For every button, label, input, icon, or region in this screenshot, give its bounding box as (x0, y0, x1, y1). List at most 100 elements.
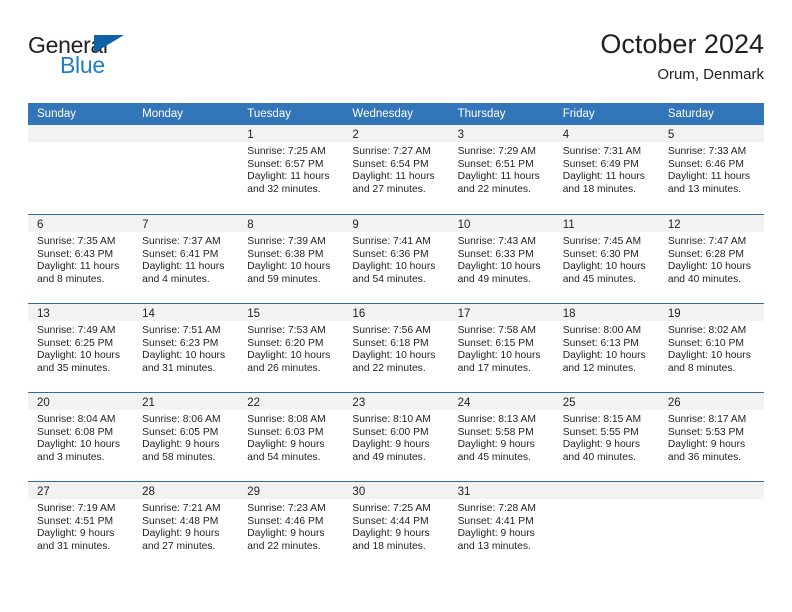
day-sun-info: Sunrise: 7:33 AM Sunset: 6:46 PM Daylight:… (659, 142, 764, 196)
day-number: 28 (142, 486, 155, 498)
day-sun-info: Sunrise: 7:37 AM Sunset: 6:41 PM Daylight:… (133, 232, 238, 286)
day-number: 15 (247, 308, 261, 320)
calendar-day-cell[interactable]: 21 Sunrise: 8:06 AM Sunset: 6:05 PM Dayligh… (133, 393, 239, 481)
daylight-text-line1: Daylight: 9 hours (247, 528, 325, 540)
sunset-text: Sunset: 6:49 PM (562, 158, 639, 170)
calendar-day-cell[interactable]: 22 Sunrise: 8:08 AM Sunset: 6:03 PM Dayligh… (238, 393, 344, 481)
sunrise-text: Sunrise: 8:00 AM (562, 325, 642, 336)
day-sun-info: Sunrise: 7:53 AM Sunset: 6:20 PM Daylight:… (238, 321, 343, 375)
sunset-text: Sunset: 4:51 PM (37, 515, 114, 527)
day-number: 13 (37, 308, 50, 320)
day-sun-info: Sunrise: 8:04 AM Sunset: 6:08 PM Daylight:… (28, 410, 133, 464)
calendar-day-cell[interactable]: 3 Sunrise: 7:29 AM Sunset: 6:51 PM Daylight… (448, 125, 554, 214)
day-number: 16 (352, 308, 366, 320)
day-number-strip: 5 (658, 125, 764, 142)
daylight-text-line1: Daylight: 9 hours (457, 528, 535, 540)
calendar-day-cell[interactable]: 8 Sunrise: 7:39 AM Sunset: 6:38 PM Daylight… (238, 215, 344, 303)
daylight-text-line1: Daylight: 11 hours (562, 171, 645, 183)
weekday-header-thursday: Thursday (457, 108, 506, 120)
daylight-text-line1: Daylight: 11 hours (667, 171, 751, 183)
calendar-day-cell[interactable]: 10 Sunrise: 7:43 AM Sunset: 6:33 PM Dayligh… (448, 215, 554, 303)
day-number: 23 (352, 397, 366, 409)
sunrise-text: Sunrise: 8:08 AM (247, 414, 326, 425)
daylight-text-line2: and 49 minutes. (457, 273, 531, 285)
day-number-strip: 13 (28, 304, 134, 321)
day-number-strip: 1 (238, 125, 344, 142)
calendar-day-cell[interactable]: 18 Sunrise: 8:00 AM Sunset: 6:13 PM Dayligh… (553, 304, 659, 392)
sunrise-text: Sunrise: 7:21 AM (142, 503, 221, 514)
calendar-day-cell[interactable]: 30 Sunrise: 7:25 AM Sunset: 4:44 PM Dayligh… (343, 482, 449, 570)
title-block: October 2024 Orum, Denmark (600, 28, 764, 86)
sunset-text: Sunset: 6:51 PM (457, 158, 534, 170)
day-number-strip: 6 (28, 215, 134, 232)
sunset-text: Sunset: 6:15 PM (457, 337, 534, 349)
sunset-text: Sunset: 4:41 PM (457, 515, 534, 527)
daylight-text-line2: and 40 minutes. (562, 451, 636, 463)
calendar-day-cell[interactable]: 5 Sunrise: 7:33 AM Sunset: 6:46 PM Daylight… (658, 125, 764, 214)
sunset-text: Sunset: 6:30 PM (562, 248, 639, 260)
daylight-text-line2: and 26 minutes. (247, 362, 321, 374)
calendar-day-cell[interactable]: 26 Sunrise: 8:17 AM Sunset: 5:53 PM Dayligh… (658, 393, 764, 481)
daylight-text-line1: Daylight: 11 hours (352, 171, 435, 183)
weekday-header-friday: Friday (562, 108, 595, 120)
calendar-day-cell[interactable]: 28 Sunrise: 7:21 AM Sunset: 4:48 PM Dayligh… (133, 482, 239, 570)
calendar-day-cell[interactable]: 13 Sunrise: 7:49 AM Sunset: 6:25 PM Dayligh… (28, 304, 134, 392)
daylight-text-line2: and 54 minutes. (247, 451, 321, 463)
calendar-day-cell[interactable]: 6 Sunrise: 7:35 AM Sunset: 6:43 PM Daylight… (28, 215, 134, 303)
day-number-strip: 10 (448, 215, 554, 232)
calendar-day-cell[interactable]: 7 Sunrise: 7:37 AM Sunset: 6:41 PM Daylight… (133, 215, 239, 303)
sunrise-text: Sunrise: 7:27 AM (352, 146, 431, 157)
calendar-day-cell[interactable]: 16 Sunrise: 7:56 AM Sunset: 6:18 PM Dayligh… (343, 304, 449, 392)
day-sun-info: Sunrise: 7:31 AM Sunset: 6:49 PM Daylight:… (554, 142, 659, 196)
day-number: 24 (457, 397, 471, 409)
daylight-text-line2: and 22 minutes. (457, 183, 531, 195)
daylight-text-line2: and 45 minutes. (457, 451, 531, 463)
daylight-text-line2: and 31 minutes. (142, 362, 216, 374)
calendar-day-cell[interactable]: 17 Sunrise: 7:58 AM Sunset: 6:15 PM Dayligh… (448, 304, 554, 392)
calendar-day-cell[interactable]: 19 Sunrise: 8:02 AM Sunset: 6:10 PM Dayligh… (658, 304, 764, 392)
sunrise-text: Sunrise: 7:28 AM (457, 503, 536, 514)
calendar-day-cell[interactable]: 15 Sunrise: 7:53 AM Sunset: 6:20 PM Dayligh… (238, 304, 344, 392)
sunrise-text: Sunrise: 7:45 AM (562, 236, 642, 247)
day-sun-info: Sunrise: 7:28 AM Sunset: 4:41 PM Daylight:… (449, 499, 554, 553)
day-number-strip: 12 (658, 215, 764, 232)
day-number: 21 (142, 397, 155, 409)
calendar-day-cell[interactable]: 4 Sunrise: 7:31 AM Sunset: 6:49 PM Daylight… (553, 125, 659, 214)
sunrise-text: Sunrise: 7:25 AM (247, 146, 326, 157)
calendar-day-cell[interactable]: 11 Sunrise: 7:45 AM Sunset: 6:30 PM Dayligh… (553, 215, 659, 303)
day-number: 9 (352, 219, 359, 231)
sunset-text: Sunset: 4:48 PM (142, 515, 219, 527)
day-number-strip: 9 (343, 215, 449, 232)
daylight-text-line1: Daylight: 10 hours (247, 261, 331, 273)
calendar-day-cell[interactable]: 29 Sunrise: 7:23 AM Sunset: 4:46 PM Dayligh… (238, 482, 344, 570)
calendar-day-cell[interactable]: 12 Sunrise: 7:47 AM Sunset: 6:28 PM Dayligh… (658, 215, 764, 303)
calendar-day-cell[interactable]: 2 Sunrise: 7:27 AM Sunset: 6:54 PM Daylight… (343, 125, 449, 214)
daylight-text-line2: and 35 minutes. (37, 362, 111, 374)
daylight-text-line2: and 49 minutes. (352, 451, 426, 463)
calendar-week-row: 20 Sunrise: 8:04 AM Sunset: 6:08 PM Dayligh… (28, 392, 764, 481)
day-number: 14 (142, 308, 155, 320)
day-sun-info: Sunrise: 8:17 AM Sunset: 5:53 PM Daylight:… (659, 410, 764, 464)
calendar-day-cell[interactable]: 1 Sunrise: 7:25 AM Sunset: 6:57 PM Daylight… (238, 125, 344, 214)
day-number-strip: 17 (448, 304, 554, 321)
daylight-text-line2: and 12 minutes. (562, 362, 636, 374)
calendar-day-cell[interactable]: 23 Sunrise: 8:10 AM Sunset: 6:00 PM Dayligh… (343, 393, 449, 481)
calendar-day-cell-empty (28, 125, 134, 214)
day-number: 1 (247, 129, 254, 141)
day-number: 8 (247, 219, 254, 231)
calendar-day-cell[interactable]: 20 Sunrise: 8:04 AM Sunset: 6:08 PM Dayligh… (28, 393, 134, 481)
calendar-day-cell[interactable]: 31 Sunrise: 7:28 AM Sunset: 4:41 PM Dayligh… (448, 482, 554, 570)
calendar-weeks: 1 Sunrise: 7:25 AM Sunset: 6:57 PM Daylight… (28, 125, 764, 570)
calendar-day-cell[interactable]: 27 Sunrise: 7:19 AM Sunset: 4:51 PM Dayligh… (28, 482, 134, 570)
day-sun-info: Sunrise: 8:15 AM Sunset: 5:55 PM Daylight:… (554, 410, 659, 464)
calendar-day-cell[interactable]: 25 Sunrise: 8:15 AM Sunset: 5:55 PM Dayligh… (553, 393, 659, 481)
calendar-day-cell[interactable]: 9 Sunrise: 7:41 AM Sunset: 6:36 PM Daylight… (343, 215, 449, 303)
sunset-text: Sunset: 6:00 PM (352, 426, 429, 438)
daylight-text-line1: Daylight: 9 hours (142, 439, 220, 451)
sunrise-text: Sunrise: 7:39 AM (247, 236, 326, 247)
calendar-day-cell[interactable]: 24 Sunrise: 8:13 AM Sunset: 5:58 PM Dayligh… (448, 393, 554, 481)
day-number: 12 (667, 219, 681, 231)
daylight-text-line1: Daylight: 10 hours (37, 350, 120, 362)
calendar-day-cell[interactable]: 14 Sunrise: 7:51 AM Sunset: 6:23 PM Dayligh… (133, 304, 239, 392)
day-number-strip: 4 (553, 125, 659, 142)
